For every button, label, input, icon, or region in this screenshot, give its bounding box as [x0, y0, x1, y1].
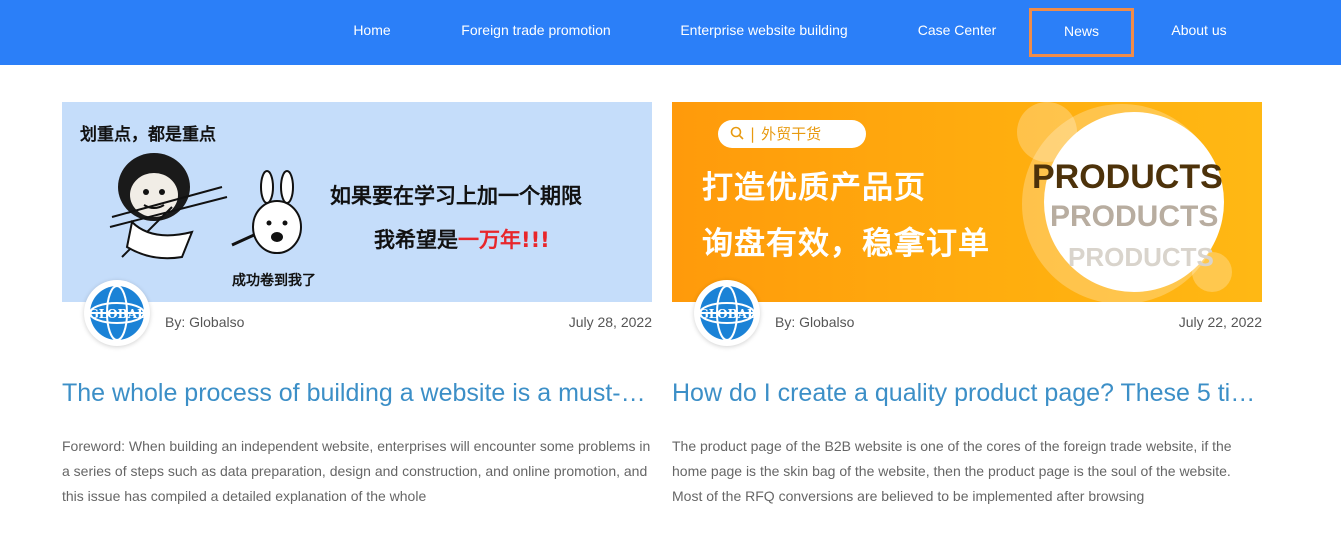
globe-logo-icon: GLOBAL — [88, 285, 146, 341]
nav-item-news[interactable]: News — [1029, 8, 1134, 57]
article-author: By: Globalso — [165, 314, 245, 330]
banner-headline-prefix: 我希望是 — [374, 228, 458, 252]
avatar-logo-text: GLOBAL — [698, 307, 756, 321]
meme-characters-icon — [109, 153, 302, 260]
article-card: 划重点，都是重点 如果要在学习上加一个期限 我希望是一万年!!! 成功卷到我了 — [62, 102, 652, 504]
pill-divider: | — [750, 125, 756, 143]
products-banner-image[interactable]: PRODUCTS PRODUCTS PRODUCTS | 外贸干货 打造优质产品页… — [672, 102, 1262, 302]
article-author: By: Globalso — [775, 314, 855, 330]
banner-headline-line1: 如果要在学习上加一个期限 — [330, 184, 582, 208]
pill-label: 外贸干货 — [761, 125, 822, 143]
article-excerpt: Foreword: When building an independent w… — [62, 438, 651, 504]
meme-banner-image[interactable]: 划重点，都是重点 如果要在学习上加一个期限 我希望是一万年!!! 成功卷到我了 — [62, 102, 652, 302]
banner-headline-line2: 询盘有效，稳拿订单 — [702, 226, 990, 262]
banner-tag-pill: | 外贸干货 — [718, 120, 866, 148]
article-card: PRODUCTS PRODUCTS PRODUCTS | 外贸干货 打造优质产品页… — [672, 102, 1262, 504]
avatar: GLOBAL — [694, 280, 760, 346]
article-meta: GLOBAL By: Globalso July 22, 2022 — [672, 280, 1262, 362]
banner-headline-highlight: 一万年!!! — [458, 228, 550, 252]
article-title-link[interactable]: How do I create a quality product page? … — [672, 379, 1262, 408]
article-date: July 28, 2022 — [568, 314, 652, 330]
avatar-logo-text: GLOBAL — [88, 307, 146, 321]
article-title-link[interactable]: The whole process of building a website … — [62, 379, 652, 408]
nav-item-about-us[interactable]: About us — [1154, 8, 1244, 57]
article-meta: GLOBAL By: Globalso July 28, 2022 — [62, 280, 652, 362]
nav-item-case-center[interactable]: Case Center — [902, 8, 1012, 57]
nav-item-home[interactable]: Home — [334, 8, 410, 57]
banner-caption-top: 划重点，都是重点 — [80, 125, 216, 145]
banner-headline-line1: 打造优质产品页 — [702, 170, 926, 206]
products-word: PRODUCTS — [1032, 158, 1223, 196]
products-word: PRODUCTS — [1050, 200, 1219, 233]
article-date: July 22, 2022 — [1178, 314, 1262, 330]
avatar: GLOBAL — [84, 280, 150, 346]
products-word: PRODUCTS — [1068, 242, 1214, 272]
top-navigation: Home Foreign trade promotion Enterprise … — [0, 0, 1341, 65]
banner-headline-line2: 我希望是一万年!!! — [374, 224, 550, 254]
nav-item-foreign-trade-promotion[interactable]: Foreign trade promotion — [446, 8, 626, 57]
nav-item-enterprise-website-building[interactable]: Enterprise website building — [664, 8, 864, 57]
globe-logo-icon: GLOBAL — [698, 285, 756, 341]
article-excerpt: The product page of the B2B website is o… — [672, 438, 1232, 504]
search-icon — [730, 126, 744, 140]
